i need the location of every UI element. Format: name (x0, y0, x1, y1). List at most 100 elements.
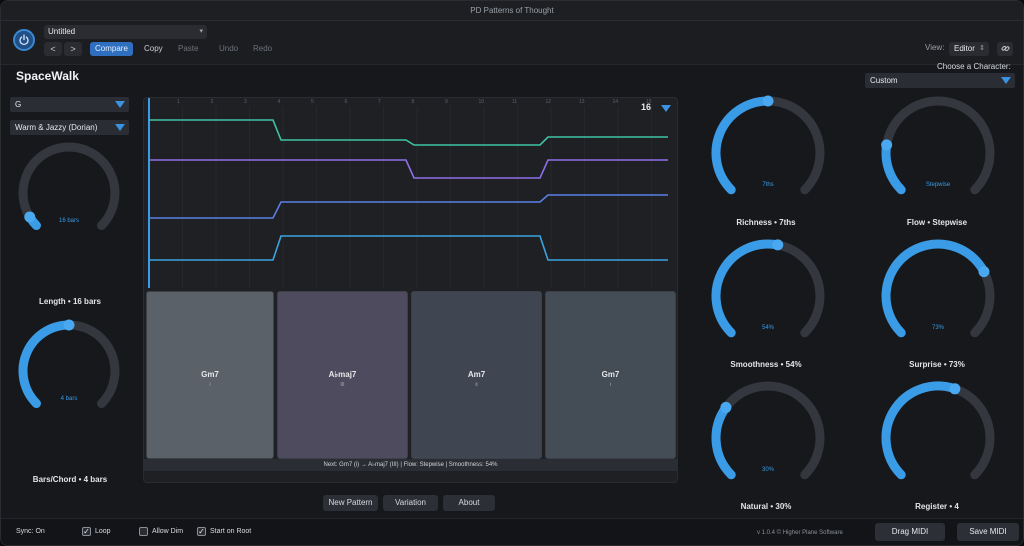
key-value: G (15, 100, 22, 109)
choose-character-label: Choose a Character: (937, 62, 1011, 71)
drag-midi-button[interactable]: Drag MIDI (875, 523, 945, 541)
chord-name: A♭maj7 (328, 370, 357, 379)
key-selector[interactable]: G (10, 97, 129, 112)
app-name: SpaceWalk (16, 69, 79, 83)
loop-label: Loop (95, 528, 111, 535)
dropdown-arrow-icon (115, 101, 125, 108)
richness-knob[interactable] (704, 89, 832, 217)
voice-line-3 (149, 194, 668, 219)
beat-number: 5 (311, 99, 314, 105)
sync-status: Sync: On (16, 528, 45, 535)
mode-value: Warm & Jazzy (Dorian) (15, 123, 98, 132)
knob-handle[interactable] (949, 383, 961, 395)
allow-dim-checkbox[interactable] (139, 527, 148, 536)
length-knob-label: Length • 16 bars (39, 297, 101, 306)
voice-line-1 (149, 119, 668, 146)
window-title: PD Patterns of Thought (1, 1, 1023, 21)
voice-line-4 (149, 235, 668, 261)
chord-name: Gm7 (201, 370, 219, 379)
about-button[interactable]: About (443, 495, 495, 511)
length-knob-value: 16 bars (58, 218, 79, 225)
register-knob-label: Register • 4 (915, 502, 959, 511)
redo-button[interactable]: Redo (248, 42, 277, 56)
smoothness-knob-value: 54% (761, 324, 774, 331)
voice-leading-display[interactable] (144, 98, 678, 288)
chord-numeral: ii (475, 382, 478, 388)
preset-selector[interactable]: Untitled ▾ (44, 25, 207, 39)
chord-block-1[interactable]: Gm7 i (146, 291, 274, 459)
power-button[interactable] (13, 29, 35, 51)
chord-name: Gm7 (601, 370, 620, 379)
bars-per-chord-knob[interactable] (11, 313, 127, 429)
chord-block-3[interactable]: Am7 ii (411, 291, 542, 459)
register-knob[interactable] (874, 374, 1002, 502)
start-on-root-label: Start on Root (210, 528, 252, 535)
smoothness-knob[interactable] (704, 232, 832, 360)
flow-knob[interactable] (874, 89, 1002, 217)
knob-handle[interactable] (720, 401, 732, 413)
beat-number: 2 (210, 99, 214, 105)
surprise-knob-label: Surprise • 73% (909, 360, 965, 369)
preset-name: Untitled (48, 27, 76, 36)
knob-track (881, 96, 995, 195)
character-value: Custom (870, 76, 898, 85)
view-value: Editor (954, 44, 975, 53)
surprise-knob[interactable] (874, 232, 1002, 360)
knob-value-arc (881, 381, 960, 480)
dropdown-arrow-icon (661, 105, 671, 112)
variation-button[interactable]: Variation (383, 495, 438, 511)
surprise-knob-value: 73% (931, 324, 944, 331)
new-pattern-button[interactable]: New Pattern (323, 495, 378, 511)
chord-block-2[interactable]: A♭maj7 III (277, 291, 408, 459)
beat-number: 12 (545, 99, 552, 105)
mode-selector[interactable]: Warm & Jazzy (Dorian) (10, 120, 129, 135)
dropdown-arrow-icon (1001, 77, 1011, 84)
next-preset-button[interactable]: > (64, 42, 82, 56)
length-knob[interactable] (11, 135, 127, 251)
undo-button[interactable]: Undo (214, 42, 243, 56)
copy-button[interactable]: Copy (139, 42, 168, 56)
knob-handle[interactable] (978, 266, 990, 278)
beat-number: 11 (512, 99, 518, 105)
natural-knob-label: Natural • 30% (740, 502, 792, 511)
beat-number: 9 (445, 99, 448, 105)
link-button[interactable] (997, 42, 1013, 56)
knob-handle[interactable] (63, 319, 75, 331)
beat-number: 8 (411, 99, 415, 105)
view-label: View: (925, 43, 945, 52)
knob-handle[interactable] (772, 239, 784, 251)
richness-knob-label: Richness • 7ths (736, 218, 796, 227)
steps-selector[interactable]: 16 (641, 102, 671, 112)
bars-per-chord-knob-value: 4 bars (60, 396, 78, 403)
chevron-updown-icon: ⇕ (979, 45, 985, 52)
loop-checkbox[interactable]: ✓ (82, 527, 91, 536)
compare-button[interactable]: Compare (90, 42, 133, 56)
knob-handle[interactable] (881, 139, 893, 151)
start-on-root-checkbox[interactable]: ✓ (197, 527, 206, 536)
bars-per-chord-knob-label: Bars/Chord • 4 bars (32, 475, 108, 484)
flow-knob-label: Flow • Stepwise (906, 218, 968, 227)
beat-number: 4 (277, 99, 281, 105)
next-chord-status: Next: Gm7 (i) → A♭maj7 (III) | Flow: Ste… (144, 459, 677, 471)
beat-number: 10 (478, 99, 485, 105)
knob-value-arc (18, 320, 74, 409)
beat-number: 3 (244, 99, 247, 105)
chord-numeral: i (209, 382, 211, 388)
view-selector[interactable]: Editor ⇕ (949, 42, 989, 56)
prev-preset-button[interactable]: < (44, 42, 62, 56)
version-text: v 1.0.4 © Higher Plane Software (757, 530, 843, 536)
save-midi-button[interactable]: Save MIDI (957, 523, 1019, 541)
chord-block-4[interactable]: Gm7 i (545, 291, 676, 459)
beat-number: 1 (177, 99, 180, 105)
natural-knob-value: 30% (761, 466, 774, 473)
paste-button[interactable]: Paste (173, 42, 203, 56)
smoothness-knob-label: Smoothness • 54% (730, 360, 802, 369)
knob-handle[interactable] (762, 95, 774, 107)
knob-track (711, 381, 825, 480)
richness-knob-value: 7ths (762, 181, 774, 188)
plugin-window: PD Patterns of Thought Untitled ▾ < > Co… (0, 0, 1024, 546)
natural-knob[interactable] (704, 374, 832, 502)
toolbar: Untitled ▾ < > Compare Copy Paste Undo R… (1, 21, 1023, 65)
character-selector[interactable]: Custom (865, 73, 1015, 88)
knob-value-arc (711, 402, 736, 480)
